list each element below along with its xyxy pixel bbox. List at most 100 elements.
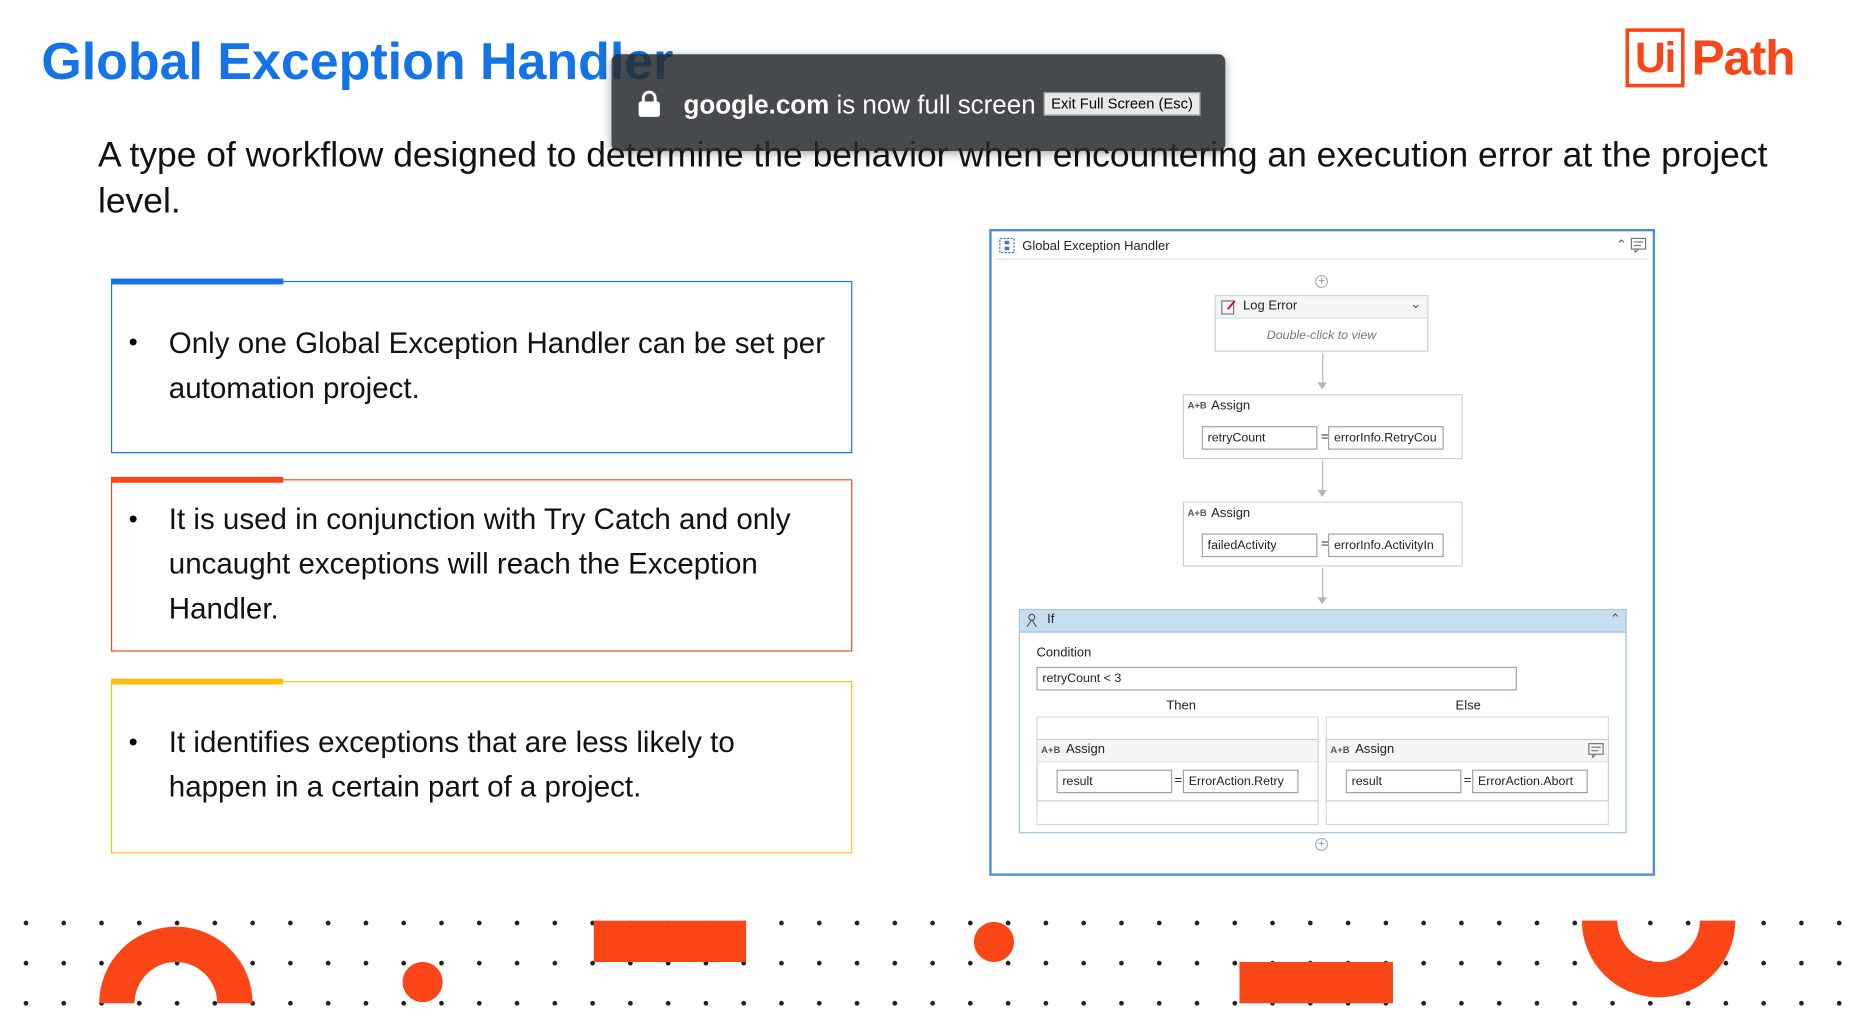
decor-dot [99,920,104,926]
decor-dot [892,1000,898,1006]
decor-dot [1270,920,1275,926]
decor-dot [590,1000,595,1006]
decor-dot [1534,960,1540,966]
add-activity-icon[interactable]: + [1315,838,1329,852]
uipath-logo: Ui Path [1625,24,1796,92]
decor-dot [892,920,898,926]
activity-header: A+B Assign [1037,740,1318,763]
assign-value-field[interactable]: errorInfo.ActivityIn [1328,533,1444,558]
if-activity[interactable]: If ⌃ Condition retryCount < 3 Then Else … [1018,609,1627,834]
assign-activity[interactable]: A+B Assign result = ErrorAction.Retry [1036,738,1319,802]
condition-field[interactable]: retryCount < 3 [1036,666,1517,691]
collapse-icon[interactable]: ⌃ [1616,237,1627,252]
annotation-icon[interactable] [1588,742,1605,758]
decor-dot [1685,1000,1691,1006]
activity-title: Assign [1355,742,1395,757]
double-click-hint: Double-click to view [1266,328,1377,343]
decor-dot [930,920,935,926]
decor-dot [439,920,444,926]
decor-dot [1761,960,1766,966]
decor-dot [1647,1000,1653,1006]
activity-title: Log Error [1243,298,1298,313]
decor-dot [401,960,407,966]
decor-dot [1685,920,1691,926]
decor-dot [250,920,255,926]
decor-dot [1232,920,1238,926]
info-card-3: • It identifies exceptions that are less… [110,678,853,854]
assign-value-field[interactable]: errorInfo.RetryCou [1328,426,1444,450]
decor-dot [514,960,520,966]
exit-fullscreen-button[interactable]: Exit Full Screen (Esc) [1043,92,1201,116]
card-accent-bar [110,678,284,685]
decor-dot [1836,960,1842,966]
expand-icon[interactable]: ⌄ [1410,296,1421,311]
else-label: Else [1455,698,1481,713]
decor-dot [1836,920,1842,926]
add-activity-icon[interactable]: + [1315,275,1329,289]
decor-dot [1761,1000,1766,1006]
decor-dot [1043,1000,1049,1006]
decor-dot [61,1000,67,1006]
decor-dot [967,920,973,926]
collapse-icon[interactable]: ⌃ [1610,611,1621,627]
equals-sign: = [1174,773,1183,788]
decor-dot [1459,920,1464,926]
decor-dot [816,960,822,966]
then-branch[interactable]: A+B Assign result = ErrorAction.Retry [1036,716,1319,826]
decor-dot [288,1000,293,1006]
decor-dot [1421,920,1427,926]
decor-dot [930,960,935,966]
decor-dot [401,1000,407,1006]
connector-arrow [1317,382,1327,390]
if-header: If ⌃ [1019,610,1626,633]
decor-dot [779,960,784,966]
decor-dot [1761,920,1766,926]
decor-dot [1119,920,1124,926]
log-error-activity[interactable]: Log Error ⌄ Double-click to view [1214,295,1429,352]
decor-dot [1156,960,1162,966]
fullscreen-text: is now full screen [829,89,1036,120]
decor-dot [779,920,784,926]
decor-dot [476,960,482,966]
decor-dot [854,1000,860,1006]
lock-icon [638,90,660,117]
assign-to-field[interactable]: result [1056,769,1173,794]
assign-value-field[interactable]: ErrorAction.Abort [1472,769,1588,794]
slide-title: Global Exception Handler [41,33,674,91]
workflow-header: Global Exception Handler ⌃ [996,235,1648,260]
decor-dot [1307,920,1313,926]
then-label: Then [1166,698,1196,713]
assign-activity[interactable]: A+B Assign failedActivity = errorInfo.Ac… [1182,501,1463,567]
decor-dot [779,1000,784,1006]
decor-dot [61,960,67,966]
decor-dot [892,960,898,966]
decor-dot [1459,1000,1464,1006]
decor-dot [1610,1000,1615,1006]
decor-dot [136,1000,142,1006]
decor-dot [665,1000,671,1006]
assign-activity[interactable]: A+B Assign result = ErrorAction.Abort [1325,738,1609,802]
decor-dot [363,1000,369,1006]
assign-value-field[interactable]: ErrorAction.Retry [1182,769,1299,794]
decor-dot [325,920,331,926]
else-branch[interactable]: A+B Assign result = ErrorAction.Abort [1325,716,1609,826]
decor-dot [1799,960,1804,966]
assign-activity[interactable]: A+B Assign retryCount = errorInfo.RetryC… [1182,394,1463,460]
decor-dot [136,920,142,926]
card-bullet: • [128,504,138,534]
workflow-panel[interactable]: Global Exception Handler ⌃ + Log Error ⌄… [989,228,1656,876]
decor-dot [854,960,860,966]
assign-to-field[interactable]: failedActivity [1201,533,1318,558]
assign-to-field[interactable]: retryCount [1201,426,1318,450]
fullscreen-notification: google.com is now full screen Exit Full … [611,54,1226,152]
decor-dot [476,1000,482,1006]
annotation-icon[interactable] [1630,237,1647,253]
decor-dot [1572,1000,1578,1006]
assign-icon: A+B [1187,400,1207,411]
decor-dot [1496,960,1502,966]
decor-dot [325,1000,331,1006]
assign-to-field[interactable]: result [1345,769,1462,794]
orange-bar-shape [593,920,747,962]
decor-dot [363,920,369,926]
activity-header: A+B Assign [1184,395,1462,417]
